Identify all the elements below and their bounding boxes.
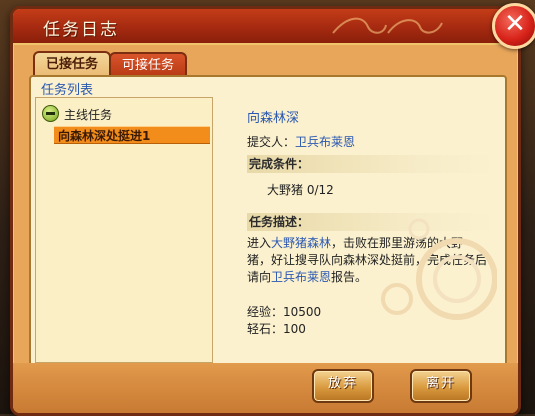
close-button[interactable]: ✕ [492, 3, 535, 49]
quest-group-label: 主线任务 [64, 108, 113, 122]
reward-stone: 轻石：100 [247, 320, 306, 337]
npc-link[interactable]: 卫兵布莱恩 [271, 270, 331, 284]
reward-stone-label: 轻石： [247, 322, 284, 336]
quest-title: 向森林深 [247, 111, 300, 126]
quest-submitter: 提交人：卫兵布莱恩 [247, 133, 355, 150]
completion-conditions-header: 完成条件： [247, 155, 495, 173]
collapse-icon[interactable] [42, 105, 59, 122]
decorative-circles-icon [381, 218, 497, 320]
quest-log-window: 任务日志 已接任务 可接任务 任务列表 主线任务 向森林深处挺进1 向森林深 提… [10, 6, 521, 416]
reward-stone-value: 100 [283, 322, 306, 336]
submitter-label: 提交人： [247, 135, 296, 149]
reward-exp: 经验：10500 [247, 303, 321, 320]
quest-list-label: 任务列表 [41, 83, 94, 98]
reward-exp-value: 10500 [283, 305, 322, 319]
abandon-button[interactable]: 放弃 [312, 369, 374, 403]
reward-exp-label: 经验： [247, 305, 284, 319]
location-link[interactable]: 大野猪森林 [271, 236, 331, 250]
title-bar[interactable]: 任务日志 [13, 9, 518, 45]
leave-button[interactable]: 离开 [410, 369, 472, 403]
quest-list-item[interactable]: 向森林深处挺进1 [54, 126, 210, 144]
swirl-ornament-icon [332, 17, 443, 34]
window-title: 任务日志 [43, 20, 119, 40]
content-panel: 任务列表 主线任务 向森林深处挺进1 向森林深 提交人：卫兵布莱恩 完成条件： … [29, 75, 507, 371]
quest-goal-progress: 大野猪 0/12 [267, 183, 334, 197]
submitter-npc-link[interactable]: 卫兵布莱恩 [295, 135, 355, 149]
quest-list: 主线任务 向森林深处挺进1 [35, 97, 213, 363]
